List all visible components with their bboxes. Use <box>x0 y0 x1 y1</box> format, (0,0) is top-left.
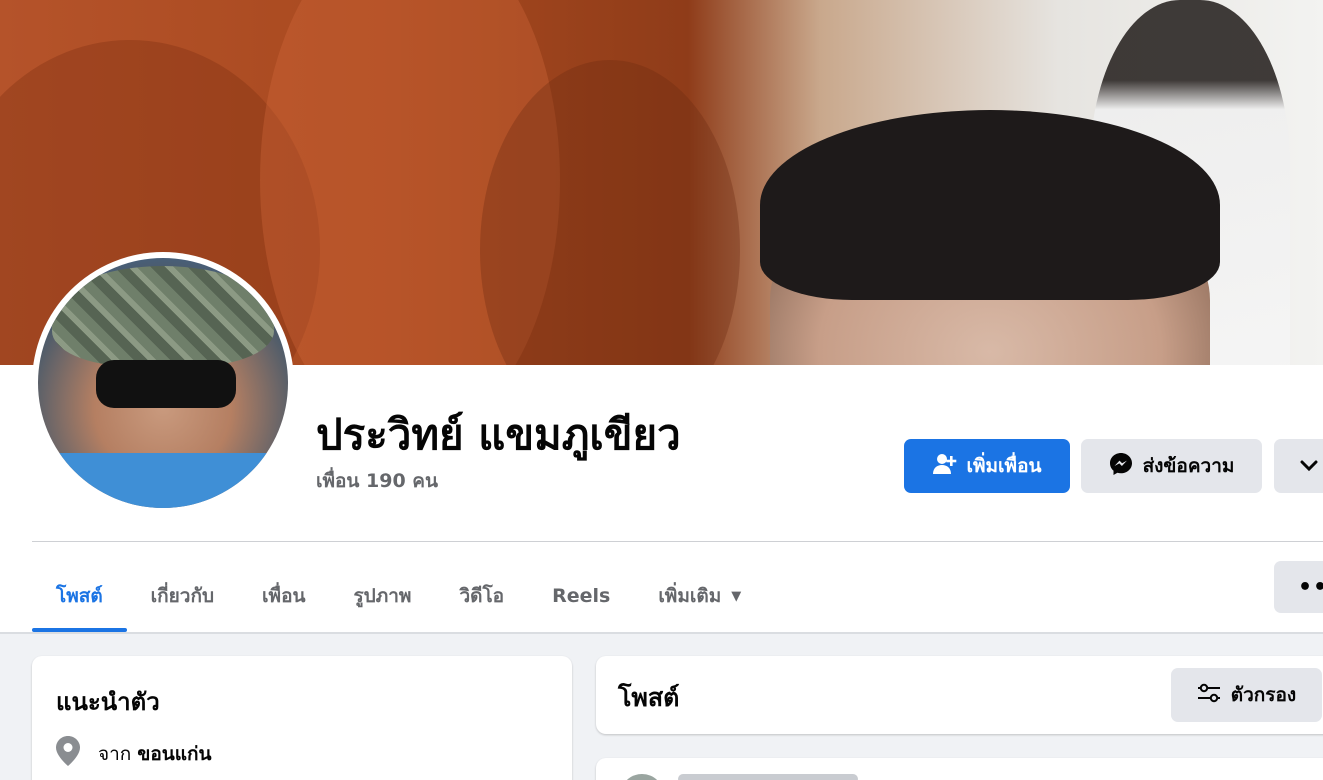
post-author-name-placeholder <box>678 774 858 780</box>
posts-title: โพสต์ <box>618 683 680 712</box>
tab-more-label: เพิ่มเติม <box>658 585 722 607</box>
messenger-icon <box>1109 452 1133 481</box>
more-options-button[interactable] <box>1274 439 1323 493</box>
tab-about[interactable]: เกี่ยวกับ <box>127 560 238 632</box>
tab-videos-label: วิดีโอ <box>459 585 505 607</box>
profile-avatar[interactable] <box>32 252 294 514</box>
posts-header-card: โพสต์ ตัวกรอง <box>596 656 1323 734</box>
location-place[interactable]: ขอนแก่น <box>137 743 211 765</box>
tab-videos[interactable]: วิดีโอ <box>435 560 528 632</box>
intro-location-row: จาก ขอนแก่น <box>56 736 212 771</box>
header-divider <box>32 541 1323 542</box>
ellipsis-icon: ••• <box>1298 574 1323 600</box>
tab-about-label: เกี่ยวกับ <box>150 585 215 607</box>
tab-friends-label: เพื่อน <box>262 585 306 607</box>
add-friend-button[interactable]: เพิ่มเพื่อน <box>904 439 1070 493</box>
tab-friends[interactable]: เพื่อน <box>238 560 329 632</box>
location-pin-icon <box>56 736 80 771</box>
post-author-avatar[interactable] <box>620 774 664 780</box>
add-friend-icon <box>932 453 957 480</box>
add-friend-label: เพิ่มเพื่อน <box>966 455 1042 477</box>
cover-hair <box>760 110 1220 300</box>
intro-title: แนะนำตัว <box>56 688 160 716</box>
avatar-shirt <box>38 453 288 508</box>
caret-down-icon: ▼ <box>731 588 742 604</box>
filter-sliders-icon <box>1197 683 1221 708</box>
filter-label: ตัวกรอง <box>1230 684 1297 706</box>
filter-button[interactable]: ตัวกรอง <box>1171 668 1322 722</box>
tab-more[interactable]: เพิ่มเติม ▼ <box>634 560 765 632</box>
chevron-down-icon <box>1300 455 1318 477</box>
location-prefix: จาก <box>98 742 132 765</box>
avatar-hat <box>52 266 274 366</box>
first-post-card <box>596 758 1323 780</box>
tab-photos[interactable]: รูปภาพ <box>329 560 435 632</box>
tab-reels[interactable]: Reels <box>528 560 634 632</box>
message-label: ส่งข้อความ <box>1142 455 1235 477</box>
tab-posts[interactable]: โพสต์ <box>32 560 127 632</box>
tabs-overflow-button[interactable]: ••• <box>1274 561 1323 613</box>
message-button[interactable]: ส่งข้อความ <box>1081 439 1262 493</box>
profile-tabs: โพสต์ เกี่ยวกับ เพื่อน รูปภาพ วิดีโอ Ree… <box>32 560 765 632</box>
tab-posts-label: โพสต์ <box>56 585 103 607</box>
tab-reels-label: Reels <box>552 585 611 607</box>
location-text: จาก ขอนแก่น <box>98 739 212 769</box>
profile-name: ประวิทย์ แขมภูเขียว <box>316 410 681 459</box>
friends-count[interactable]: เพื่อน 190 คน <box>316 466 438 496</box>
avatar-sunglasses <box>96 360 236 408</box>
intro-card: แนะนำตัว จาก ขอนแก่น <box>32 656 572 780</box>
tabs-bottom-border <box>0 632 1323 634</box>
tab-photos-label: รูปภาพ <box>353 585 412 607</box>
